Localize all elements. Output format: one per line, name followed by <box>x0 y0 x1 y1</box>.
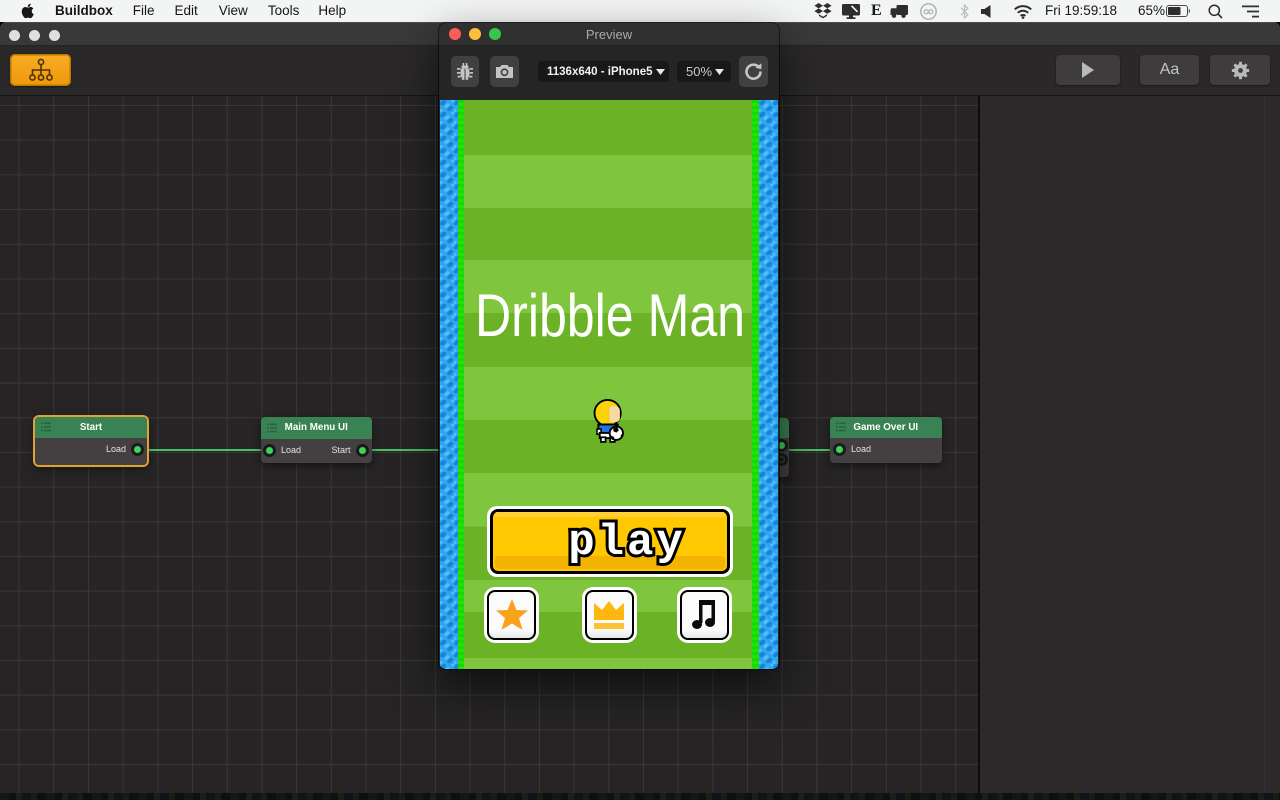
svg-text:play: play <box>568 518 686 568</box>
